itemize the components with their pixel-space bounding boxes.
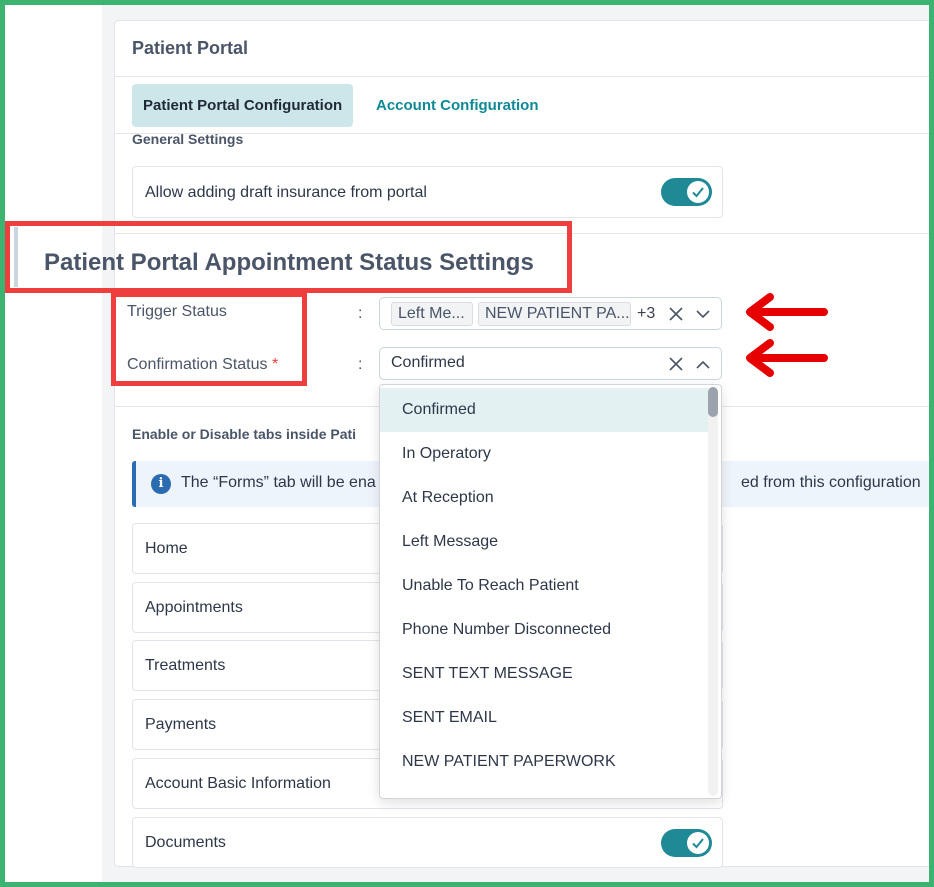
toggle-knob — [687, 832, 709, 854]
field-colon: : — [358, 356, 363, 373]
tabs-section-heading: Enable or Disable tabs inside Pati — [132, 426, 357, 442]
confirmation-status-dropdown: Confirmed In Operatory At Reception Left… — [379, 384, 722, 799]
trigger-status-chip[interactable]: Left Me... — [391, 302, 473, 326]
setting-row-draft-insurance: Allow adding draft insurance from portal — [132, 166, 723, 218]
info-banner-text: The “Forms” tab will be ena — [181, 474, 376, 491]
setting-label-draft-insurance: Allow adding draft insurance from portal — [145, 184, 427, 201]
dropdown-option-phone-number-disconnected[interactable]: Phone Number Disconnected — [380, 608, 708, 652]
heading-accent-bar — [14, 227, 18, 287]
check-icon — [692, 838, 704, 849]
dropdown-option-confirmed[interactable]: Confirmed — [380, 388, 708, 432]
panel-header: Patient Portal — [115, 21, 929, 77]
confirmation-status-value: Confirmed — [391, 354, 465, 371]
confirmation-status-label-text: Confirmation Status — [127, 356, 268, 373]
required-marker: * — [271, 356, 279, 373]
tab-row-label: Account Basic Information — [145, 775, 331, 792]
trigger-status-more-count: +3 — [637, 305, 656, 322]
dropdown-scrollbar-thumb[interactable] — [708, 387, 718, 417]
tab-row-label: Documents — [145, 834, 226, 851]
tab-row-label: Appointments — [145, 599, 243, 616]
chevron-up-icon[interactable] — [692, 353, 714, 375]
left-gutter — [5, 5, 102, 882]
tab-row-label: Home — [145, 540, 188, 557]
trigger-status-select[interactable]: Left Me... NEW PATIENT PA... +3 — [379, 297, 722, 330]
dropdown-option-left-message[interactable]: Left Message — [380, 520, 708, 564]
tab-row-label: Payments — [145, 716, 217, 733]
field-colon: : — [358, 305, 363, 322]
dropdown-option-sent-text-message[interactable]: SENT TEXT MESSAGE — [380, 652, 708, 696]
tab-row-label: Treatments — [145, 657, 226, 674]
trigger-status-label: Trigger Status — [127, 303, 227, 320]
toggle-knob — [687, 181, 709, 203]
confirmation-status-label: Confirmation Status * — [127, 356, 278, 374]
info-banner-text-end: ed from this configuration — [741, 474, 921, 491]
clear-icon[interactable] — [665, 303, 687, 325]
general-settings-heading: General Settings — [132, 131, 244, 147]
draft-insurance-toggle[interactable] — [661, 178, 712, 206]
clear-icon[interactable] — [665, 353, 687, 375]
dropdown-option-in-operatory[interactable]: In Operatory — [380, 432, 708, 476]
tab-patient-portal-configuration[interactable]: Patient Portal Configuration — [132, 84, 354, 127]
dropdown-option-unable-to-reach-patient[interactable]: Unable To Reach Patient — [380, 564, 708, 608]
dropdown-scrollbar-track[interactable] — [708, 387, 718, 796]
panel-title: Patient Portal — [132, 38, 249, 58]
section-divider — [115, 233, 929, 234]
tab-account-configuration[interactable]: Account Configuration — [365, 84, 549, 127]
trigger-status-chip[interactable]: NEW PATIENT PA... — [478, 302, 631, 326]
chevron-down-icon[interactable] — [692, 303, 714, 325]
dropdown-option-sent-email[interactable]: SENT EMAIL — [380, 696, 708, 740]
documents-toggle[interactable] — [661, 829, 712, 857]
appointment-status-heading: Patient Portal Appointment Status Settin… — [44, 249, 534, 276]
dropdown-option-new-patient-paperwork[interactable]: NEW PATIENT PAPERWORK — [380, 740, 708, 784]
info-icon: i — [151, 474, 171, 494]
tab-row-documents: Documents — [132, 817, 723, 868]
arrow-left-icon — [746, 293, 828, 331]
confirmation-status-select[interactable]: Confirmed — [379, 347, 722, 380]
check-icon — [692, 187, 704, 198]
dropdown-option-at-reception[interactable]: At Reception — [380, 476, 708, 520]
arrow-left-icon — [746, 339, 828, 377]
